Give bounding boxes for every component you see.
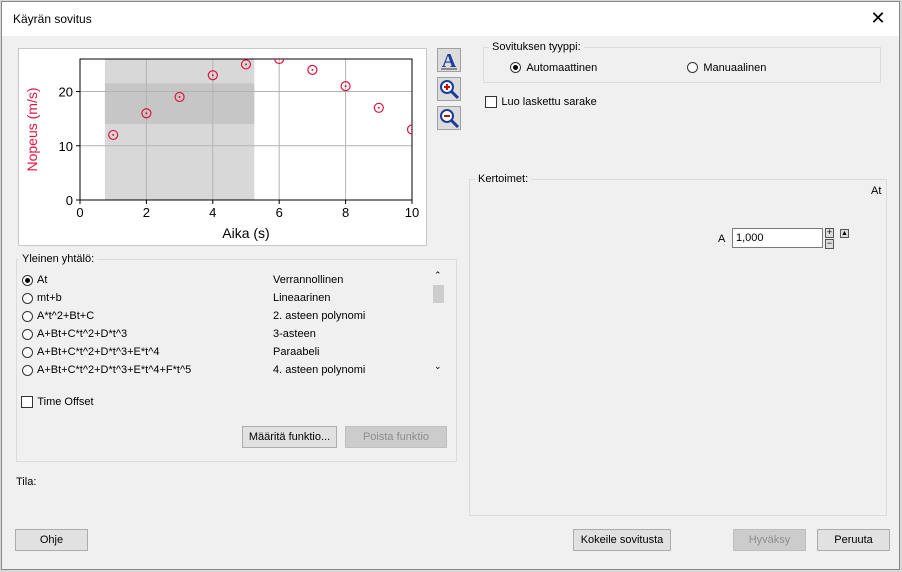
data-point-center	[245, 63, 247, 66]
scatter-plot: 0 2 4 6 8 10 0 10 20 Aika (s) Nopeus (m/s)	[24, 58, 419, 241]
param-a-field[interactable]	[732, 228, 823, 248]
equation-list[interactable]: At Verrannollinen mt+b Lineaarinen A*t^2+Bt+…	[17, 272, 430, 380]
cancel-button[interactable]: Peruuta	[817, 529, 890, 551]
data-point-center	[411, 128, 412, 131]
zoom-in-button[interactable]	[437, 77, 461, 101]
equation-radio[interactable]	[22, 329, 33, 340]
y-tick-label: 10	[59, 139, 73, 154]
close-icon[interactable]: ✕	[867, 7, 889, 29]
x-tick-label: 6	[276, 205, 283, 220]
param-a-lock[interactable]: ▲	[840, 229, 849, 238]
fit-type-label: Sovituksen tyyppi:	[489, 41, 584, 53]
general-equation-label: Yleinen yhtälö:	[19, 253, 98, 265]
accept-button[interactable]: Hyväksy	[733, 529, 806, 551]
fit-type-manual[interactable]: Manuaalinen	[687, 60, 766, 74]
equation-radio[interactable]	[22, 293, 33, 304]
zoom-out-icon	[440, 109, 460, 129]
time-offset-checkbox[interactable]	[21, 395, 33, 408]
param-a-label: A	[718, 233, 726, 245]
equation-item[interactable]: mt+b Lineaarinen	[17, 290, 437, 308]
data-point-center	[145, 112, 148, 115]
x-tick-label: 4	[209, 205, 216, 220]
dialog-title: Käyrän sovitus	[13, 12, 92, 26]
data-point-center	[311, 68, 314, 71]
try-fit-button[interactable]: Kokeile sovitusta	[573, 529, 671, 551]
equation-formula: A+Bt+C*t^2+D*t^3	[37, 328, 128, 340]
x-axis-label: Aika (s)	[222, 225, 269, 241]
equation-formula: mt+b	[37, 292, 62, 304]
help-button[interactable]: Ohje	[15, 529, 88, 551]
y-tick-label: 0	[66, 193, 73, 208]
equation-item[interactable]: A+Bt+C*t^2+D*t^3 3-asteen	[17, 326, 437, 344]
equation-item[interactable]: A*t^2+Bt+C 2. asteen polynomi	[17, 308, 437, 326]
equation-description: 2. asteen polynomi	[273, 310, 366, 322]
coefficients-equation: At	[871, 185, 882, 197]
equation-description: Paraabeli	[273, 346, 320, 358]
zoom-in-icon	[440, 80, 460, 100]
time-offset-label: Time Offset	[37, 396, 94, 408]
calc-column-checkbox[interactable]	[485, 95, 497, 108]
data-point-center	[377, 106, 380, 109]
coefficients-label: Kertoimet:	[475, 173, 532, 185]
equation-radio[interactable]	[22, 275, 33, 286]
svg-text:A: A	[442, 50, 457, 71]
automatic-label: Automaattinen	[526, 62, 598, 74]
scrollbar-thumb[interactable]	[433, 285, 444, 303]
equation-item[interactable]: A+Bt+C*t^2+D*t^3+E*t^4+F*t^5 4. asteen po…	[17, 362, 437, 380]
calc-column-option[interactable]: Luo laskettu sarake	[485, 94, 597, 108]
autoscale-button[interactable]: A	[437, 48, 461, 72]
y-axis-label: Nopeus (m/s)	[24, 87, 40, 171]
equation-radio[interactable]	[22, 347, 33, 358]
automatic-radio[interactable]	[510, 62, 521, 74]
equation-radio[interactable]	[22, 311, 33, 322]
zoom-out-button[interactable]	[437, 106, 461, 130]
scroll-down-icon[interactable]: ⌄	[434, 361, 442, 372]
autoscale-icon: A	[441, 50, 457, 72]
selection-region	[104, 59, 255, 200]
x-tick-label: 2	[143, 205, 150, 220]
param-a-decrement[interactable]: −	[825, 239, 834, 249]
equation-formula: A+Bt+C*t^2+D*t^3+E*t^4	[37, 346, 160, 358]
remove-function-button[interactable]: Poista funktio	[345, 426, 447, 448]
equation-formula: A+Bt+C*t^2+D*t^3+E*t^4+F*t^5	[37, 364, 192, 376]
data-point-center	[211, 74, 214, 77]
equation-formula: A*t^2+Bt+C	[37, 310, 95, 322]
manual-radio[interactable]	[687, 62, 698, 74]
scroll-up-icon[interactable]: ⌃	[434, 270, 442, 281]
manual-label: Manuaalinen	[703, 62, 767, 74]
equation-radio[interactable]	[22, 365, 33, 376]
x-tick-label: 8	[342, 205, 349, 220]
param-a-increment[interactable]: +	[825, 228, 834, 238]
graph-panel[interactable]: 0 2 4 6 8 10 0 10 20 Aika (s) Nopeus (m/s)	[18, 48, 427, 246]
data-point-center	[344, 85, 347, 88]
fit-type-automatic[interactable]: Automaattinen	[510, 60, 597, 74]
equation-description: 3-asteen	[273, 328, 316, 340]
equation-formula: At	[37, 274, 48, 286]
equation-item[interactable]: At Verrannollinen	[17, 272, 437, 290]
equation-description: 4. asteen polynomi	[273, 364, 366, 376]
calc-column-label: Luo laskettu sarake	[501, 96, 597, 108]
x-tick-label: 10	[405, 205, 419, 220]
equation-item[interactable]: A+Bt+C*t^2+D*t^3+E*t^4 Paraabeli	[17, 344, 437, 362]
equation-list-scrollbar[interactable]: ⌃ ⌄	[430, 268, 447, 376]
data-point-center	[112, 133, 115, 136]
title-bar: Käyrän sovitus ✕	[2, 2, 899, 36]
data-point-center	[278, 59, 281, 60]
x-tick-label: 0	[76, 205, 83, 220]
selection-highlight	[104, 83, 255, 125]
status-label: Tila:	[16, 476, 37, 488]
define-function-button[interactable]: Määritä funktio...	[242, 426, 337, 448]
equation-description: Verrannollinen	[273, 274, 344, 286]
curve-fit-dialog: Käyrän sovitus ✕ 0 2 4 6 8 10 0 10 20 Aika (s) Nop…	[1, 1, 900, 570]
y-tick-label: 20	[59, 85, 73, 100]
data-point-center	[178, 95, 181, 98]
time-offset-option[interactable]: Time Offset	[21, 394, 94, 408]
equation-description: Lineaarinen	[273, 292, 331, 304]
